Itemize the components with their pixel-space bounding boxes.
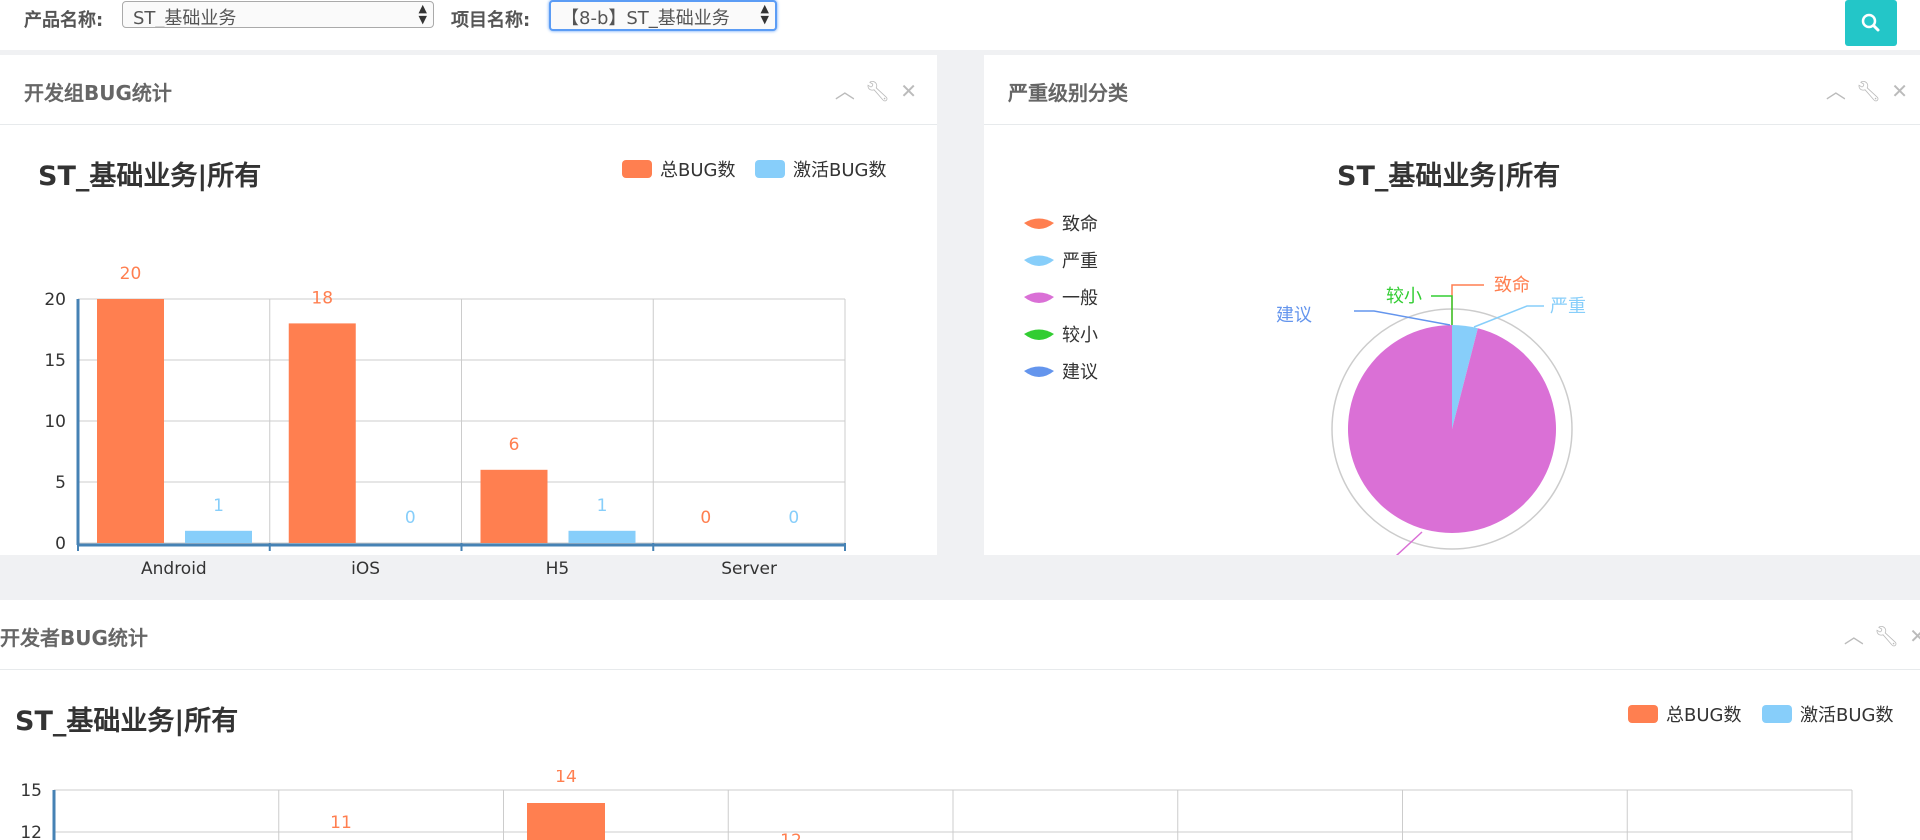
chevron-up-icon[interactable]: ︿ (1826, 79, 1846, 103)
dev-group-panel: 开发组BUG统计 ︿ 🔧︎ ✕ ST_基础业务|所有 总BUG数 激活BUG数 0 5… (0, 55, 937, 575)
data-label: 0 (405, 508, 416, 528)
data-label: 18 (311, 288, 333, 308)
product-label: 产品名称: (24, 10, 104, 31)
data-label: 1 (597, 496, 608, 516)
data-label: 20 (120, 264, 142, 284)
y-tick-label: 20 (44, 290, 66, 310)
developer-panel: 开发者BUG统计 ︿ 🔧︎ ✕ ST_基础业务|所有 总BUG数 激活BUG数 15… (0, 600, 1920, 840)
panel-header: 开发组BUG统计 ︿ 🔧︎ ✕ (0, 55, 937, 125)
y-tick-label: 0 (55, 534, 66, 554)
pie-callout-line (1395, 531, 1423, 555)
severity-panel: 严重级别分类 ︿🔧︎✕ ST_基础业务|所有 致命严重一般较小建议致命严重一般较… (984, 55, 1920, 555)
close-icon[interactable]: ✕ (900, 79, 917, 103)
project-select-value: 【8-b】ST_基础业务 (561, 8, 730, 29)
legend-label: 总BUG数 (660, 160, 736, 181)
pie-label: 较小 (1386, 286, 1422, 307)
legend-swatch (755, 160, 785, 178)
legend-swatch (1762, 705, 1792, 723)
product-select[interactable]: ST_基础业务 ▲ ▼ (122, 1, 434, 28)
legend-active[interactable]: 激活BUG数 (755, 156, 886, 182)
panel-tools: ︿ 🔧︎ ✕ (825, 75, 917, 104)
panel-tools: ︿ 🔧︎ ✕ (1834, 620, 1920, 649)
severity-pie-chart: 致命严重一般较小建议致命严重一般较小建议 (1024, 214, 1586, 555)
data-label: 1 (213, 496, 224, 516)
search-button[interactable] (1845, 0, 1897, 46)
legend-label: 总BUG数 (1666, 705, 1742, 726)
x-tick-label: Server (721, 559, 777, 575)
legend-swatch (1628, 705, 1658, 723)
wrench-icon[interactable]: 🔧︎ (1856, 79, 1881, 103)
x-tick-label: iOS (351, 559, 380, 575)
legend-label: 致命 (1062, 214, 1098, 235)
data-label: 6 (509, 435, 520, 455)
legend-label: 一般 (1062, 288, 1098, 309)
bar (185, 530, 252, 543)
y-tick-label: 5 (55, 473, 66, 493)
bar (527, 803, 605, 840)
legend-total[interactable]: 总BUG数 (622, 156, 735, 182)
search-icon (1861, 13, 1880, 32)
bar (288, 323, 356, 543)
legend-label: 建议 (1062, 362, 1098, 383)
product-select-value: ST_基础业务 (133, 8, 237, 28)
y-tick-label: 15 (20, 781, 42, 801)
x-tick-label: Android (141, 559, 207, 575)
panel-tools: ︿ 🔧︎ ✕ (1816, 75, 1908, 104)
data-label: 14 (555, 770, 577, 787)
pie-label: 致命 (1494, 275, 1530, 296)
pie-slice (1348, 325, 1556, 533)
legend-swatch (622, 160, 652, 178)
legend-swatch (1024, 292, 1054, 303)
x-tick-label: H5 (546, 559, 570, 575)
pie-callout-line (1354, 310, 1451, 326)
legend-total[interactable]: 总BUG数 (1628, 701, 1741, 727)
close-icon[interactable]: ✕ (1909, 624, 1920, 648)
close-icon[interactable]: ✕ (1891, 79, 1908, 103)
legend-swatch (1024, 366, 1054, 377)
bar (568, 530, 636, 543)
panel-title: 开发组BUG统计 (24, 81, 172, 105)
legend-label: 激活BUG数 (793, 160, 887, 181)
legend-label: 激活BUG数 (1800, 705, 1894, 726)
y-tick-label: 15 (44, 351, 66, 371)
panel-header: 严重级别分类 ︿ 🔧︎ ✕ (984, 55, 1920, 125)
project-select[interactable]: 【8-b】ST_基础业务 ▲ ▼ (549, 0, 777, 31)
y-tick-label: 10 (44, 412, 66, 432)
select-arrows-icon: ▲ ▼ (418, 2, 427, 26)
bar (97, 299, 164, 543)
chart-title: ST_基础业务|所有 (15, 706, 239, 737)
project-label: 项目名称: (451, 10, 531, 31)
wrench-icon[interactable]: 🔧︎ (865, 79, 890, 103)
y-tick-label: 12 (20, 823, 42, 840)
chart-title: ST_基础业务|所有 (38, 161, 262, 192)
data-label: 12 (780, 831, 802, 840)
legend-swatch (1024, 218, 1054, 229)
data-label: 0 (700, 508, 711, 528)
bar (480, 469, 548, 543)
panel-title: 开发者BUG统计 (0, 626, 148, 650)
legend-active[interactable]: 激活BUG数 (1762, 701, 1893, 727)
select-arrows-icon: ▲ ▼ (760, 2, 769, 26)
panel-title: 严重级别分类 (1008, 81, 1128, 105)
dev-group-bar-chart: 05101520Android iOS H5 Server2018601010 (44, 264, 846, 575)
filter-bar: 产品名称: ST_基础业务 ▲ ▼ 项目名称: 【8-b】ST_基础业务 ▲ ▼ (0, 0, 1920, 50)
data-label: 11 (330, 813, 352, 833)
legend-swatch (1024, 255, 1054, 266)
panel-header: 开发者BUG统计 ︿ 🔧︎ ✕ (0, 600, 1920, 670)
wrench-icon[interactable]: 🔧︎ (1874, 624, 1899, 648)
legend-swatch (1024, 329, 1054, 340)
pie-label: 建议 (1276, 305, 1312, 326)
pie-label: 严重 (1550, 296, 1586, 317)
chevron-up-icon[interactable]: ︿ (1844, 624, 1864, 648)
legend-label: 较小 (1062, 325, 1098, 346)
chevron-up-icon[interactable]: ︿ (835, 79, 855, 103)
pie-callout-line (1451, 284, 1484, 325)
developer-bar-chart: 15 12 11 14 12 (20, 770, 1853, 840)
data-label: 0 (788, 508, 799, 528)
legend-label: 严重 (1062, 251, 1098, 272)
